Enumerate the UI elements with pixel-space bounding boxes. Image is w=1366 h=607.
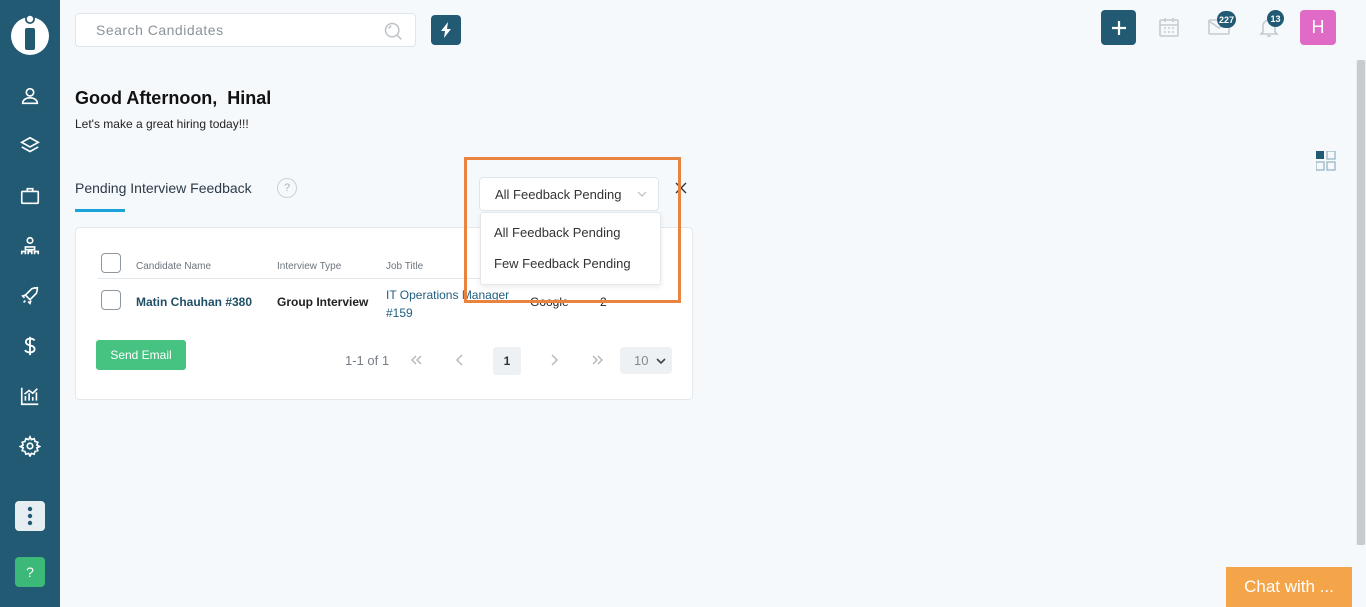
pagination-summary: 1-1 of 1 [345,353,390,368]
sidebar-item-candidates[interactable] [15,81,45,111]
candidate-name-link[interactable]: Matin Chauhan #380 [136,295,252,309]
more-vertical-icon [27,506,33,526]
count-cell: 2 [600,295,607,309]
current-page-button[interactable]: 1 [493,347,521,375]
bolt-icon [441,22,451,38]
help-icon: ? [26,564,34,580]
sidebar: ? [0,0,60,607]
first-page-icon[interactable] [408,352,424,368]
interview-type-cell: Group Interview [277,295,369,309]
column-header-interview-type: Interview Type [277,261,342,272]
close-icon[interactable] [674,181,688,195]
person-icon [21,87,39,105]
widget-title: Pending Interview Feedback [75,180,252,196]
chevron-down-icon [637,191,647,197]
add-button[interactable] [1101,10,1136,45]
briefcase-icon [20,187,40,205]
sidebar-item-team[interactable] [15,231,45,261]
chat-button[interactable]: Chat with ... [1226,567,1352,607]
feedback-filter-dropdown: All Feedback Pending Few Feedback Pendin… [480,212,661,285]
select-all-checkbox[interactable] [101,253,121,273]
greeting-title: Good Afternoon, Hinal [75,88,272,108]
help-button[interactable]: ? [15,557,45,587]
notification-count-badge: 13 [1267,10,1284,27]
chevron-down-icon [656,358,666,365]
page-scrollbar-thumb[interactable] [1357,60,1365,545]
search-icon[interactable] [383,21,403,41]
sidebar-item-launch[interactable] [15,281,45,311]
job-title-line1: IT Operations Manager [386,288,510,302]
search-box [75,13,416,47]
filter-option-few[interactable]: Few Feedback Pending [494,256,631,271]
job-title-line2: #159 [386,306,413,320]
filter-option-all[interactable]: All Feedback Pending [494,225,620,240]
prev-page-icon[interactable] [452,352,468,368]
last-page-icon[interactable] [590,352,606,368]
grid-icon[interactable] [1316,151,1336,171]
sidebar-item-settings[interactable] [15,431,45,461]
per-page-select[interactable]: 10 [620,347,672,374]
feedback-filter-value: All Feedback Pending [495,186,622,202]
plus-icon [1111,20,1126,35]
search-input[interactable] [76,14,376,46]
analytics-icon [20,387,39,406]
mail-count-badge: 227 [1217,11,1237,28]
avatar[interactable]: H [1300,10,1336,45]
gear-icon [19,435,41,457]
quick-action-button[interactable] [431,15,461,45]
app-logo-icon[interactable] [10,10,50,56]
sidebar-item-jobs[interactable] [15,181,45,211]
sidebar-item-pipeline[interactable] [15,131,45,161]
send-email-button[interactable]: Send Email [96,340,186,370]
calendar-icon[interactable] [1157,15,1181,39]
dollar-icon [24,336,36,356]
column-header-candidate: Candidate Name [136,261,212,272]
next-page-icon[interactable] [546,352,562,368]
layers-icon [20,136,40,153]
row-checkbox[interactable] [101,290,121,310]
job-title-link[interactable]: IT Operations Manager #159 [386,286,509,322]
sidebar-item-reports[interactable] [15,381,45,411]
company-cell: Google [530,295,569,309]
greeting-subtitle: Let's make a great hiring today!!! [75,117,249,131]
per-page-value: 10 [634,353,649,368]
info-icon[interactable]: ? [277,178,297,198]
feedback-filter-select[interactable]: All Feedback Pending [479,177,659,211]
team-icon [20,236,40,255]
more-button[interactable] [15,501,45,531]
column-header-job-title: Job Title [386,261,424,272]
rocket-icon [21,286,39,305]
sidebar-item-billing[interactable] [15,331,45,361]
widget-title-underline [75,209,125,212]
